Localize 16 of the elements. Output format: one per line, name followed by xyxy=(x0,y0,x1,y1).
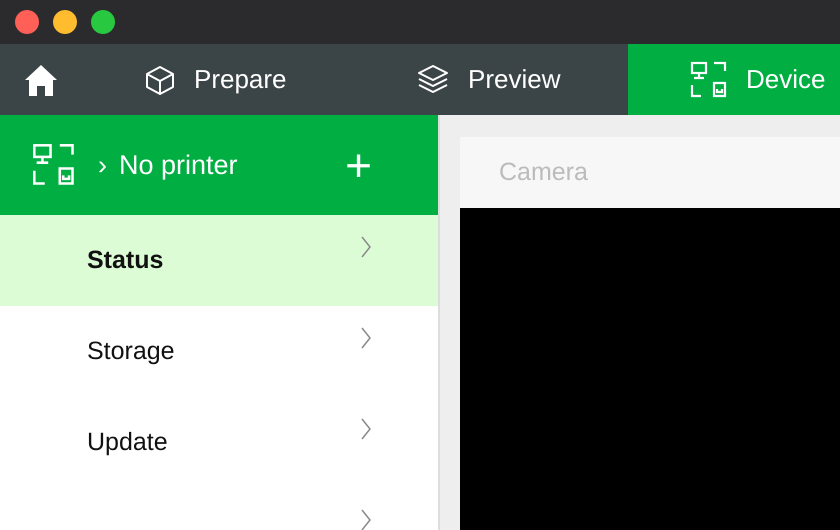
device-icon xyxy=(690,60,728,98)
cube-icon xyxy=(144,64,176,96)
panel-title: Camera xyxy=(499,158,588,187)
chevron-icon xyxy=(360,326,372,350)
device-icon xyxy=(32,143,76,187)
chevron-icon xyxy=(360,235,372,259)
close-button[interactable] xyxy=(15,10,39,34)
nav-tab[interactable]: Preview xyxy=(334,44,628,115)
sidebar-item[interactable]: Storage xyxy=(0,306,438,397)
minimize-button[interactable] xyxy=(53,10,77,34)
nav-tab[interactable]: Prepare xyxy=(82,44,334,115)
sidebar-item[interactable]: Update xyxy=(0,397,438,488)
chevron-icon xyxy=(360,508,372,530)
sidebar-item[interactable]: Status xyxy=(0,215,438,306)
zoom-button[interactable] xyxy=(91,10,115,34)
chevron-icon xyxy=(360,417,372,441)
